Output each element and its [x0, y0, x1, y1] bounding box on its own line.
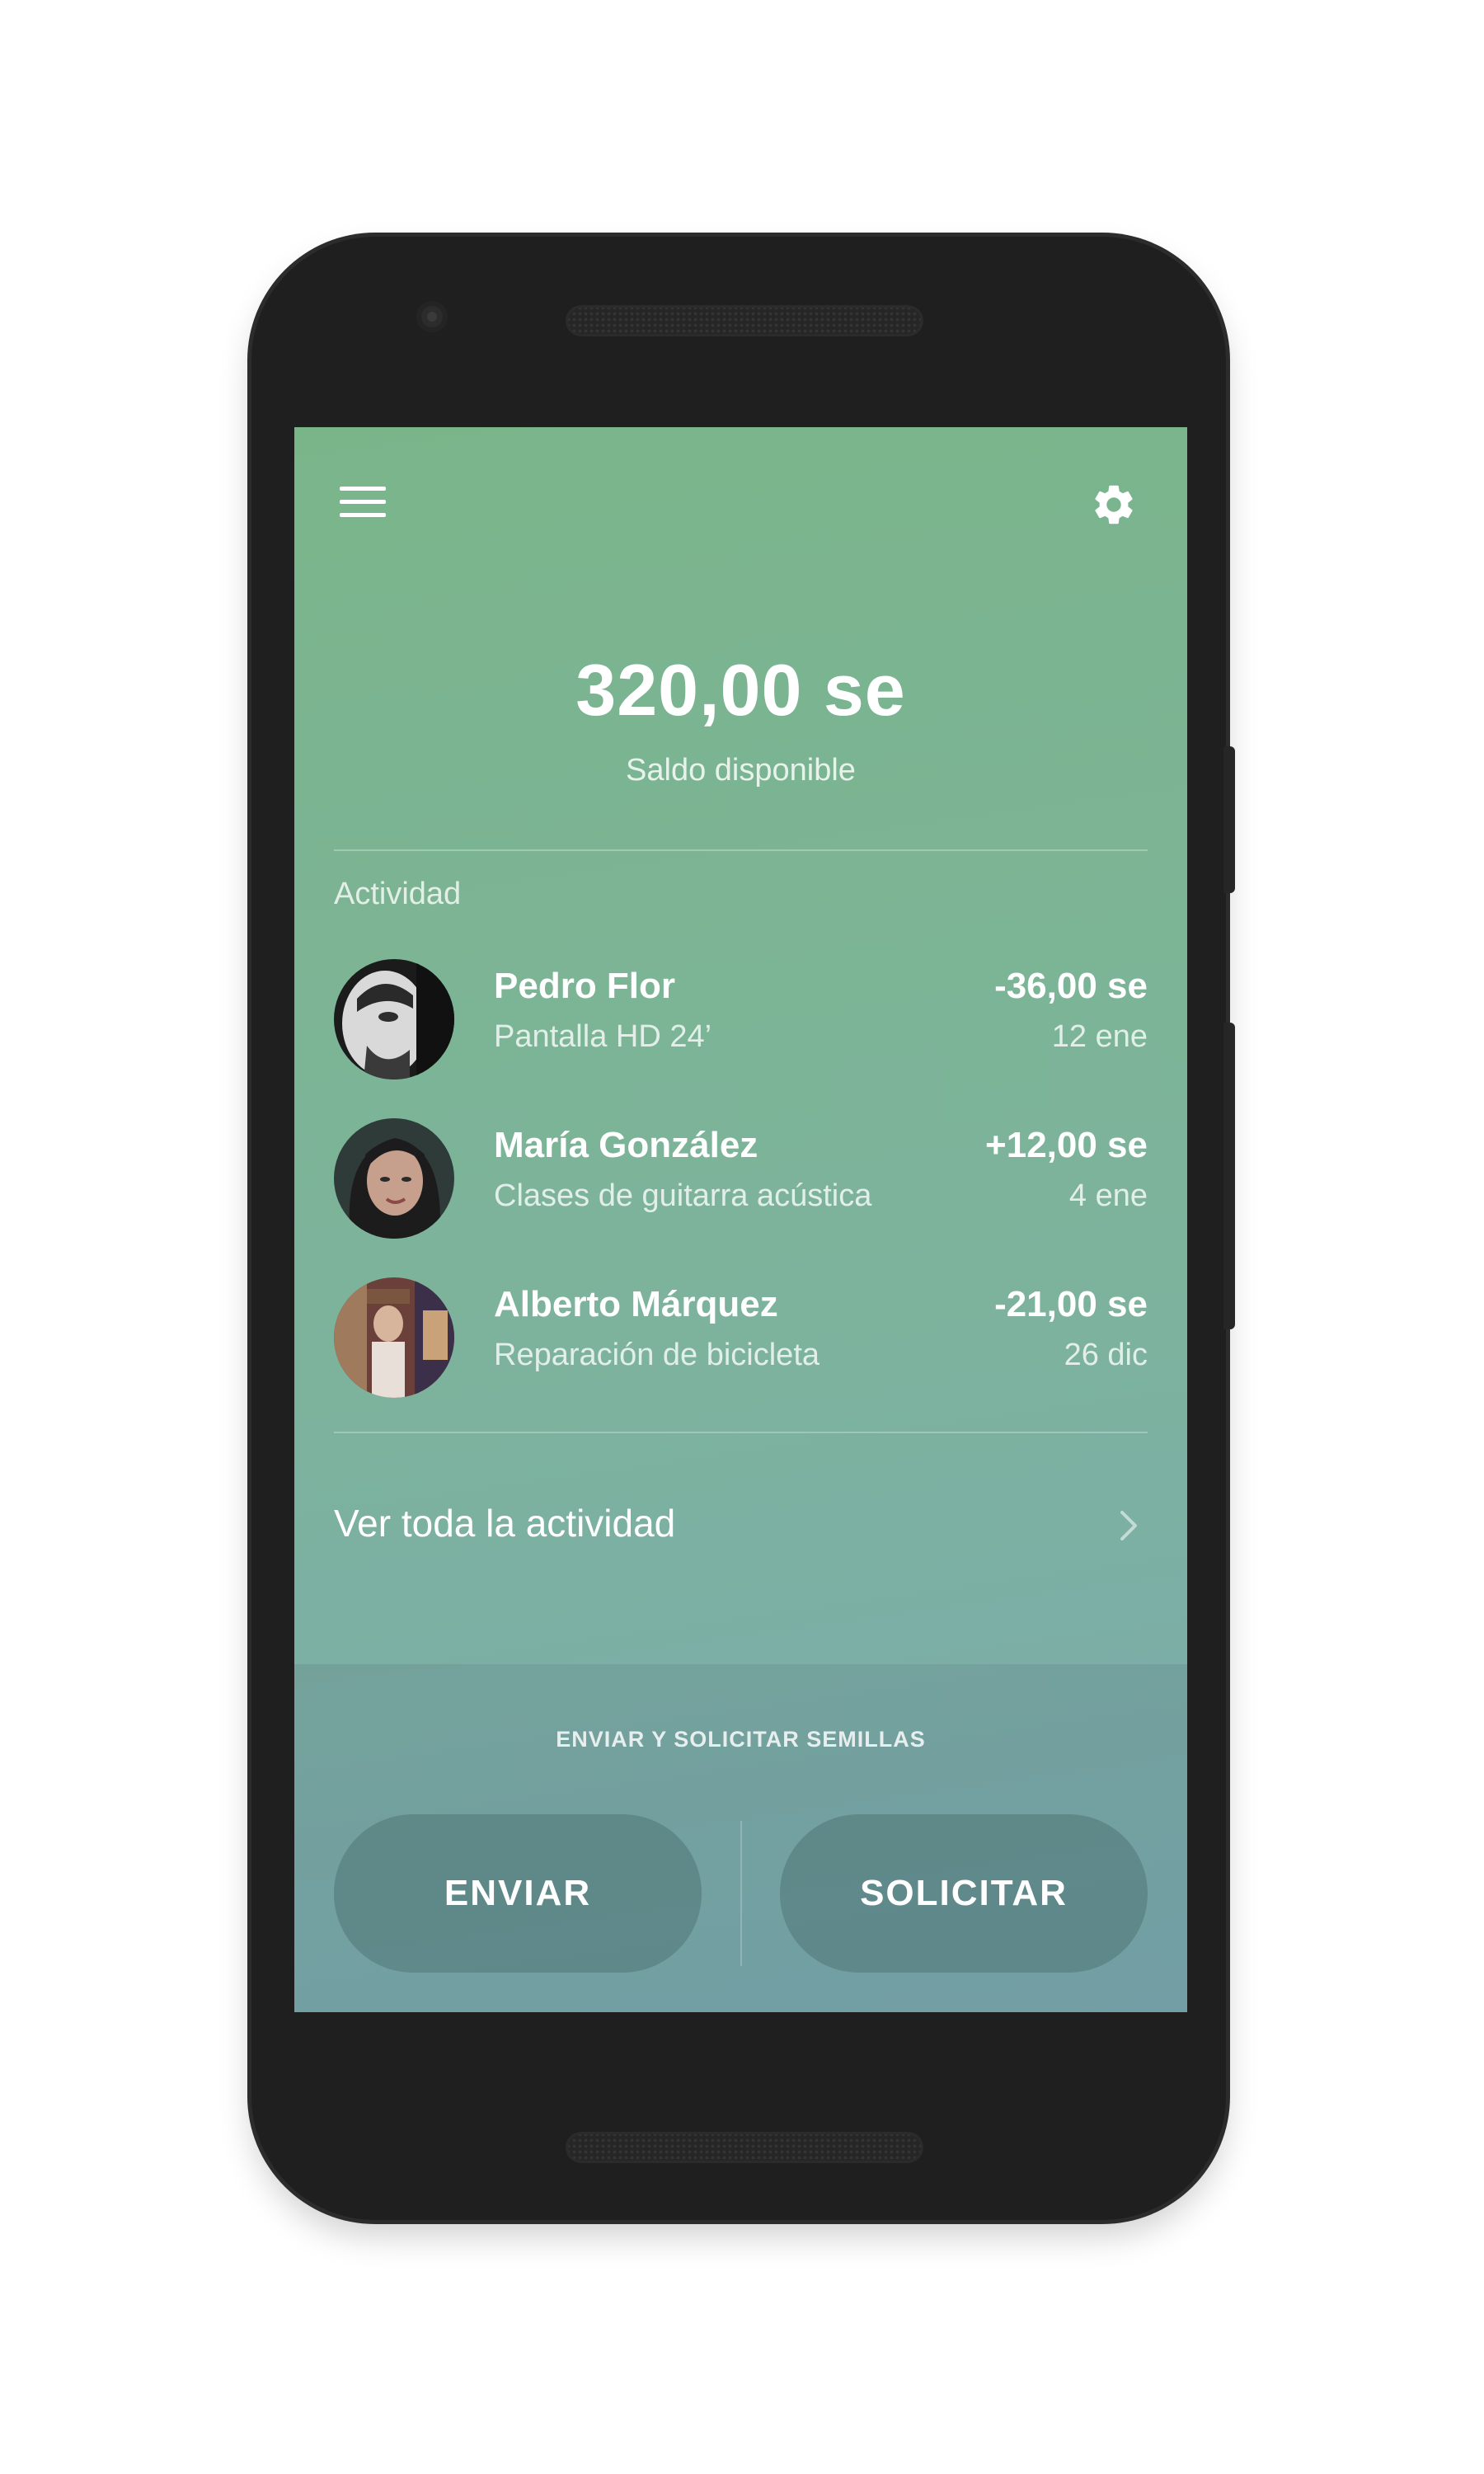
transaction-amount: -21,00 se — [994, 1284, 1148, 1324]
avatar-pedro-flor — [334, 959, 454, 1079]
send-request-panel: ENVIAR Y SOLICITAR SEMILLAS ENVIAR SOLIC… — [294, 1664, 1187, 2012]
balance-amount: 320,00 se — [575, 649, 906, 731]
gear-icon[interactable] — [1090, 481, 1138, 529]
stage: 320,00 se Saldo disponible Actividad Ped… — [0, 0, 1484, 2474]
panel-title: ENVIAR Y SOLICITAR SEMILLAS — [556, 1727, 926, 1752]
avatar-maria-gonzalez — [334, 1118, 454, 1239]
activity-title: Actividad — [334, 877, 462, 911]
button-separator — [740, 1821, 742, 1966]
front-camera — [416, 301, 448, 332]
activity-item[interactable]: María González Clases de guitarra acústi… — [334, 1118, 1148, 1242]
transaction-amount: -36,00 se — [994, 966, 1148, 1006]
app-screen: 320,00 se Saldo disponible Actividad Ped… — [294, 427, 1187, 2012]
divider — [334, 849, 1148, 851]
transaction-amount: +12,00 se — [985, 1125, 1148, 1165]
transaction-date: 4 ene — [1068, 1178, 1148, 1213]
transaction-date: 26 dic — [1064, 1338, 1148, 1372]
bottom-speaker — [566, 2132, 923, 2163]
chevron-right-icon — [1120, 1511, 1137, 1540]
top-speaker — [566, 305, 923, 336]
see-all-activity-link[interactable]: Ver toda la actividad — [334, 1493, 1148, 1559]
balance-label: Saldo disponible — [626, 753, 856, 788]
volume-button — [1223, 1023, 1235, 1329]
divider — [334, 1432, 1148, 1433]
request-button[interactable]: SOLICITAR — [780, 1814, 1148, 1973]
transaction-description: Clases de guitarra acústica — [494, 1178, 872, 1213]
activity-item[interactable]: Pedro Flor Pantalla HD 24’ -36,00 se 12 … — [334, 959, 1148, 1083]
hamburger-menu-icon[interactable] — [340, 487, 386, 520]
transaction-date: 12 ene — [1051, 1019, 1148, 1054]
contact-name: María González — [494, 1125, 758, 1165]
contact-name: Alberto Márquez — [494, 1284, 778, 1324]
activity-item[interactable]: Alberto Márquez Reparación de bicicleta … — [334, 1277, 1148, 1401]
power-button — [1223, 746, 1235, 893]
see-all-label: Ver toda la actividad — [334, 1502, 676, 1545]
transaction-description: Pantalla HD 24’ — [494, 1019, 712, 1054]
avatar-alberto-marquez — [334, 1277, 454, 1398]
contact-name: Pedro Flor — [494, 966, 676, 1006]
transaction-description: Reparación de bicicleta — [494, 1338, 820, 1372]
send-button[interactable]: ENVIAR — [334, 1814, 702, 1973]
